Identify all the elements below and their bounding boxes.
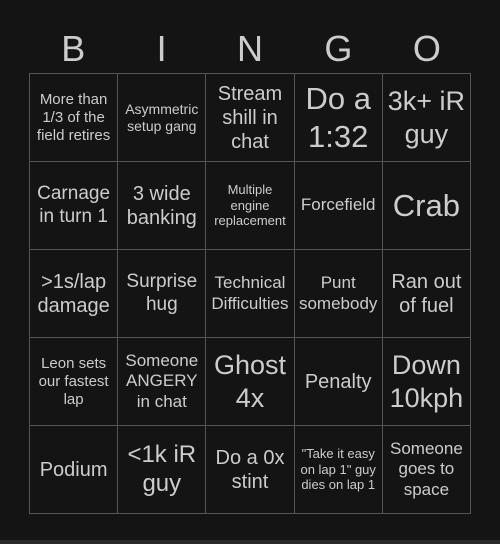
- bingo-cell[interactable]: Ran out of fuel: [382, 250, 471, 338]
- bingo-cell[interactable]: Ghost 4x: [206, 338, 295, 426]
- bingo-cell[interactable]: Punt somebody: [294, 250, 383, 338]
- bingo-cell[interactable]: Do a 0x stint: [206, 426, 295, 514]
- bingo-cell[interactable]: Someone ANGERY in chat: [118, 338, 207, 426]
- bingo-cell[interactable]: More than 1/3 of the field retires: [30, 74, 119, 162]
- bingo-cell[interactable]: Leon sets our fastest lap: [30, 338, 119, 426]
- bingo-cell[interactable]: 3 wide banking: [118, 162, 207, 250]
- bingo-cell[interactable]: 3k+ iR guy: [382, 74, 471, 162]
- bingo-cell[interactable]: Penalty: [294, 338, 383, 426]
- bingo-header: B I N G O: [29, 26, 471, 72]
- header-letter-n: N: [237, 28, 264, 69]
- header-letter-b: B: [61, 28, 86, 69]
- bingo-cell[interactable]: "Take it easy on lap 1" guy dies on lap …: [294, 426, 383, 514]
- bingo-cell[interactable]: Stream shill in chat: [206, 74, 295, 162]
- header-letter-g: G: [324, 28, 353, 69]
- header-letter-o: O: [412, 28, 441, 69]
- bingo-cell[interactable]: Podium: [30, 426, 119, 514]
- bingo-cell[interactable]: Down 10kph: [382, 338, 471, 426]
- bingo-cell[interactable]: Technical Difficulties: [206, 250, 295, 338]
- bingo-cell[interactable]: <1k iR guy: [118, 426, 207, 514]
- bingo-grid: More than 1/3 of the field retires Asymm…: [29, 73, 471, 514]
- bingo-cell[interactable]: >1s/lap damage: [30, 250, 119, 338]
- bingo-cell[interactable]: Do a 1:32: [294, 74, 383, 162]
- bingo-cell[interactable]: Multiple engine replacement: [206, 162, 295, 250]
- bingo-cell[interactable]: Carnage in turn 1: [30, 162, 119, 250]
- bingo-cell[interactable]: Crab: [382, 162, 471, 250]
- bottom-divider: [0, 540, 500, 544]
- header-letter-i: I: [156, 28, 167, 69]
- bingo-cell[interactable]: Someone goes to space: [382, 426, 471, 514]
- bingo-cell[interactable]: Forcefield: [294, 162, 383, 250]
- bingo-cell[interactable]: Surprise hug: [118, 250, 207, 338]
- bingo-cell[interactable]: Asymmetric setup gang: [118, 74, 207, 162]
